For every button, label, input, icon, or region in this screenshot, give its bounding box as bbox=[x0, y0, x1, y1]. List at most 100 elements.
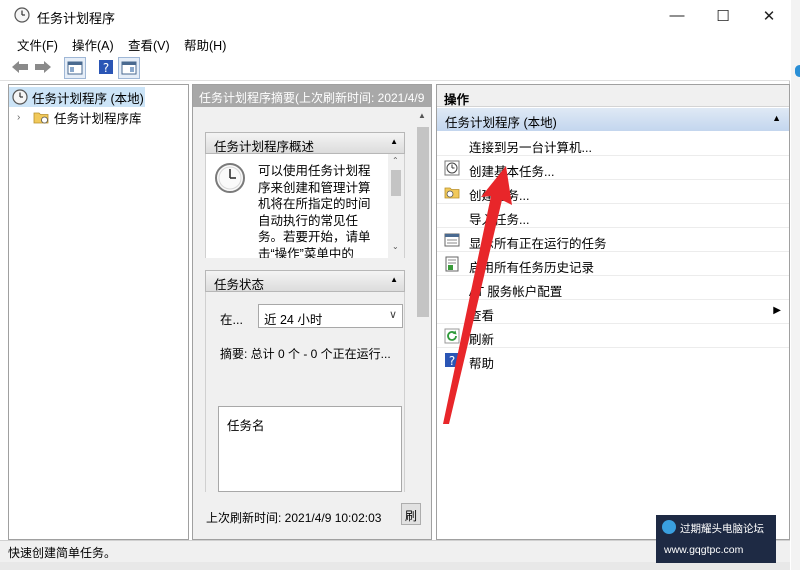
help-book-icon: ? bbox=[99, 60, 113, 75]
summary-pane: 任务计划程序摘要(上次刷新时间: 2021/4/9 ▲ ▼ 任务计划程序概述 ▲… bbox=[192, 84, 432, 540]
scroll-down-icon[interactable]: ⌄ bbox=[392, 242, 399, 251]
help-toolbar-button[interactable]: ? bbox=[96, 57, 116, 77]
menu-action[interactable]: 操作(A) bbox=[72, 35, 114, 54]
menu-file[interactable]: 文件(F) bbox=[17, 35, 58, 54]
submenu-arrow-icon: ▶ bbox=[773, 305, 781, 316]
clock-app-icon bbox=[14, 7, 30, 23]
collapse-up-icon[interactable]: ▲ bbox=[390, 137, 398, 146]
title-bar: 任务计划程序 — ☐ ✕ bbox=[0, 0, 790, 31]
action-at-config[interactable]: AT 服务帐户配置 bbox=[437, 276, 789, 300]
action-label: AT 服务帐户配置 bbox=[469, 285, 563, 299]
running-tasks-icon bbox=[444, 233, 460, 247]
summary-scrollbar[interactable]: ▲ ▼ bbox=[415, 107, 431, 517]
close-button[interactable]: ✕ bbox=[746, 0, 792, 31]
watermark-logo-icon bbox=[662, 520, 676, 534]
action-connect[interactable]: 连接到另一台计算机... bbox=[437, 132, 789, 156]
show-hide-action-pane-button[interactable] bbox=[118, 57, 140, 79]
status-section-header[interactable]: 任务状态 ▲ bbox=[205, 270, 405, 292]
background-window-strip bbox=[0, 562, 790, 570]
action-show-running[interactable]: 显示所有正在运行的任务 bbox=[437, 228, 789, 252]
clock-icon bbox=[12, 89, 28, 105]
action-label: 导入任务... bbox=[469, 213, 530, 227]
time-range-value: 近 24 小时 bbox=[264, 313, 323, 327]
action-create-task[interactable]: 创建任务... bbox=[437, 180, 789, 204]
forward-button[interactable] bbox=[33, 57, 53, 77]
overview-line: 击“操作”菜单中的 bbox=[258, 246, 354, 259]
folder-clock-icon bbox=[444, 187, 460, 199]
scroll-up-icon[interactable]: ⌃ bbox=[392, 156, 399, 165]
task-scheduler-window: 任务计划程序 — ☐ ✕ 文件(F) 操作(A) 查看(V) 帮助(H) ? 任… bbox=[0, 0, 790, 570]
status-body: 在... 近 24 小时 ∨ 摘要: 总计 0 个 - 0 个正在运行... 任… bbox=[205, 292, 405, 492]
overview-line: 机将在所指定的时间 bbox=[258, 197, 371, 211]
watermark-url: www.gqgtpc.com bbox=[664, 544, 744, 556]
action-pane-icon bbox=[121, 61, 137, 75]
folder-clock-icon bbox=[33, 112, 49, 124]
status-summary: 摘要: 总计 0 个 - 0 个正在运行... bbox=[220, 347, 391, 361]
collapse-up-icon[interactable]: ▲ bbox=[390, 275, 398, 284]
task-list[interactable]: 任务名 bbox=[218, 406, 402, 492]
actions-group-label: 任务计划程序 (本地) bbox=[445, 116, 557, 130]
tree-item-library[interactable]: › 任务计划程序库 bbox=[9, 107, 142, 127]
desktop-edge bbox=[791, 0, 800, 570]
overview-scrollbar[interactable]: ⌃ ⌄ bbox=[388, 154, 404, 258]
refresh-icon bbox=[444, 328, 460, 344]
action-import-task[interactable]: 导入任务... bbox=[437, 204, 789, 228]
action-create-basic-task[interactable]: 创建基本任务... bbox=[437, 156, 789, 180]
chevron-right-icon[interactable]: › bbox=[17, 112, 31, 123]
menu-bar: 文件(F) 操作(A) 查看(V) 帮助(H) bbox=[0, 31, 790, 53]
action-label: 帮助 bbox=[469, 357, 495, 371]
clock-large-icon bbox=[215, 163, 245, 193]
svg-text:?: ? bbox=[103, 61, 109, 75]
collapse-up-icon[interactable]: ▲ bbox=[772, 113, 781, 123]
action-refresh[interactable]: 刷新 bbox=[437, 324, 789, 348]
actions-header: 操作 bbox=[437, 85, 789, 107]
minimize-button[interactable]: — bbox=[654, 0, 700, 31]
action-label: 查看 bbox=[469, 309, 495, 323]
overview-text: 可以使用任务计划程 序来创建和管理计算 机将在所指定的时间 自动执行的常见任 务… bbox=[258, 163, 384, 258]
scroll-thumb[interactable] bbox=[391, 170, 401, 196]
overview-title: 任务计划程序概述 bbox=[214, 140, 315, 154]
back-button[interactable] bbox=[10, 57, 30, 77]
forward-arrow-icon bbox=[35, 61, 51, 73]
action-label: 创建任务... bbox=[469, 189, 530, 203]
clock-wizard-icon bbox=[444, 160, 460, 176]
tree-root-label: 任务计划程序 (本地) bbox=[32, 91, 144, 106]
scroll-up-icon[interactable]: ▲ bbox=[418, 111, 428, 120]
action-label: 启用所有任务历史记录 bbox=[469, 261, 595, 275]
desktop-dot bbox=[795, 65, 800, 77]
status-title: 任务状态 bbox=[214, 278, 265, 292]
menu-view[interactable]: 查看(V) bbox=[128, 35, 170, 54]
action-label: 创建基本任务... bbox=[469, 165, 555, 179]
overview-section-header[interactable]: 任务计划程序概述 ▲ bbox=[205, 132, 405, 154]
toolbar: ? bbox=[0, 53, 790, 81]
action-label: 显示所有正在运行的任务 bbox=[469, 237, 607, 251]
overview-line: 自动执行的常见任 bbox=[258, 213, 359, 228]
action-help[interactable]: ? 帮助 bbox=[437, 348, 789, 372]
task-list-header[interactable]: 任务名 bbox=[227, 415, 265, 434]
overview-body: 可以使用任务计划程 序来创建和管理计算 机将在所指定的时间 自动执行的常见任 务… bbox=[205, 154, 405, 258]
action-enable-history[interactable]: 启用所有任务历史记录 bbox=[437, 252, 789, 276]
maximize-button[interactable]: ☐ bbox=[700, 0, 746, 31]
window-title: 任务计划程序 bbox=[37, 11, 116, 26]
tree-item-root[interactable]: 任务计划程序 (本地) bbox=[9, 87, 145, 107]
filter-label: 在... bbox=[220, 313, 243, 327]
history-icon bbox=[445, 256, 459, 272]
tree-library-label: 任务计划程序库 bbox=[54, 111, 142, 126]
refresh-button[interactable]: 刷 bbox=[401, 503, 421, 525]
console-tree-icon bbox=[67, 61, 83, 75]
show-hide-tree-button[interactable] bbox=[64, 57, 86, 79]
scroll-thumb[interactable] bbox=[417, 127, 429, 317]
overview-line: 可以使用任务计划程 bbox=[258, 164, 371, 178]
watermark: 过期耀头电脑论坛 www.gqgtpc.com bbox=[656, 515, 776, 563]
console-tree: 任务计划程序 (本地) › 任务计划程序库 bbox=[8, 84, 189, 540]
last-refresh-text: 上次刷新时间: 2021/4/9 10:02:03 bbox=[206, 511, 382, 525]
action-view[interactable]: 查看 ▶ bbox=[437, 300, 789, 324]
chevron-down-icon: ∨ bbox=[388, 309, 397, 321]
summary-footer: 上次刷新时间: 2021/4/9 10:02:03 刷 bbox=[193, 497, 431, 539]
svg-text:?: ? bbox=[449, 354, 455, 368]
time-range-select[interactable]: 近 24 小时 ∨ bbox=[258, 304, 403, 328]
overview-line: 序来创建和管理计算 bbox=[258, 180, 371, 195]
menu-help[interactable]: 帮助(H) bbox=[184, 35, 226, 54]
watermark-title: 过期耀头电脑论坛 bbox=[680, 523, 764, 535]
actions-group-header[interactable]: 任务计划程序 (本地) ▲ bbox=[437, 108, 789, 131]
